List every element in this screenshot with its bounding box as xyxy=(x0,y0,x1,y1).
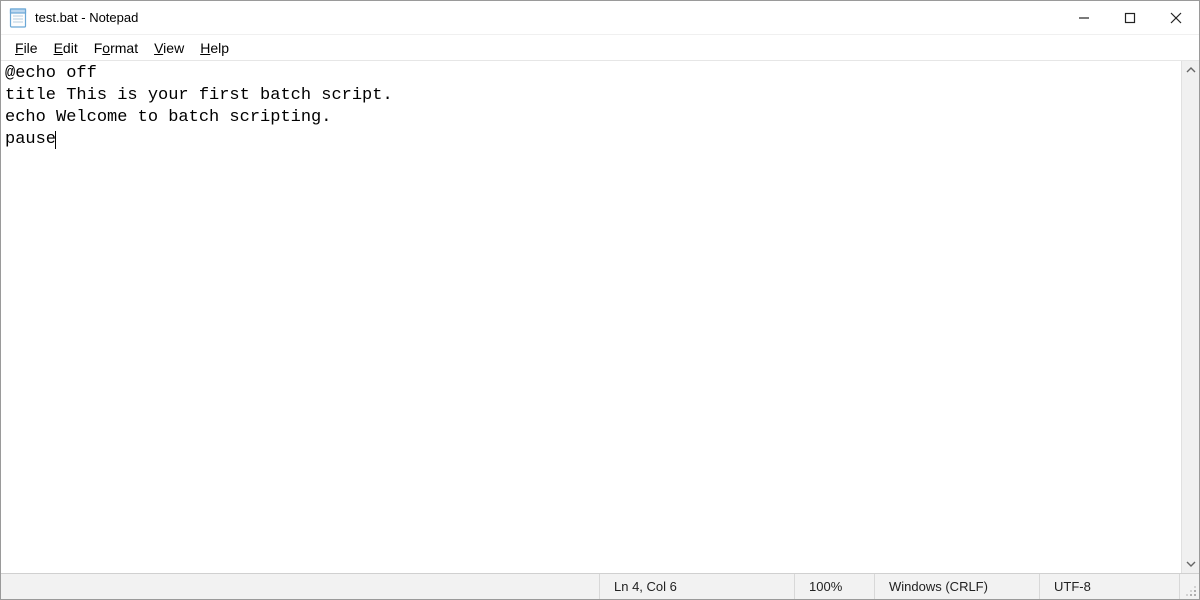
menu-bar: File Edit Format View Help xyxy=(1,35,1199,61)
menu-file[interactable]: File xyxy=(7,38,46,58)
resize-grip[interactable] xyxy=(1179,574,1199,599)
text-caret xyxy=(55,131,56,149)
close-button[interactable] xyxy=(1153,1,1199,35)
status-spacer xyxy=(1,574,599,599)
notepad-window: test.bat - Notepad File Edit Format View… xyxy=(0,0,1200,600)
status-line-ending: Windows (CRLF) xyxy=(874,574,1039,599)
menu-view[interactable]: View xyxy=(146,38,192,58)
status-position: Ln 4, Col 6 xyxy=(599,574,794,599)
menu-help[interactable]: Help xyxy=(192,38,237,58)
menu-edit[interactable]: Edit xyxy=(46,38,86,58)
maximize-button[interactable] xyxy=(1107,1,1153,35)
notepad-icon xyxy=(9,8,29,28)
menu-format[interactable]: Format xyxy=(86,38,146,58)
text-editor[interactable]: @echo offtitle This is your first batch … xyxy=(1,61,1181,573)
title-bar[interactable]: test.bat - Notepad xyxy=(1,1,1199,35)
window-controls xyxy=(1061,1,1199,34)
scroll-up-icon[interactable] xyxy=(1182,61,1200,79)
minimize-button[interactable] xyxy=(1061,1,1107,35)
status-encoding: UTF-8 xyxy=(1039,574,1179,599)
editor-area: @echo offtitle This is your first batch … xyxy=(1,61,1199,573)
status-bar: Ln 4, Col 6 100% Windows (CRLF) UTF-8 xyxy=(1,573,1199,599)
vertical-scrollbar[interactable] xyxy=(1181,61,1199,573)
status-zoom: 100% xyxy=(794,574,874,599)
scroll-down-icon[interactable] xyxy=(1182,555,1200,573)
window-title: test.bat - Notepad xyxy=(35,10,138,25)
